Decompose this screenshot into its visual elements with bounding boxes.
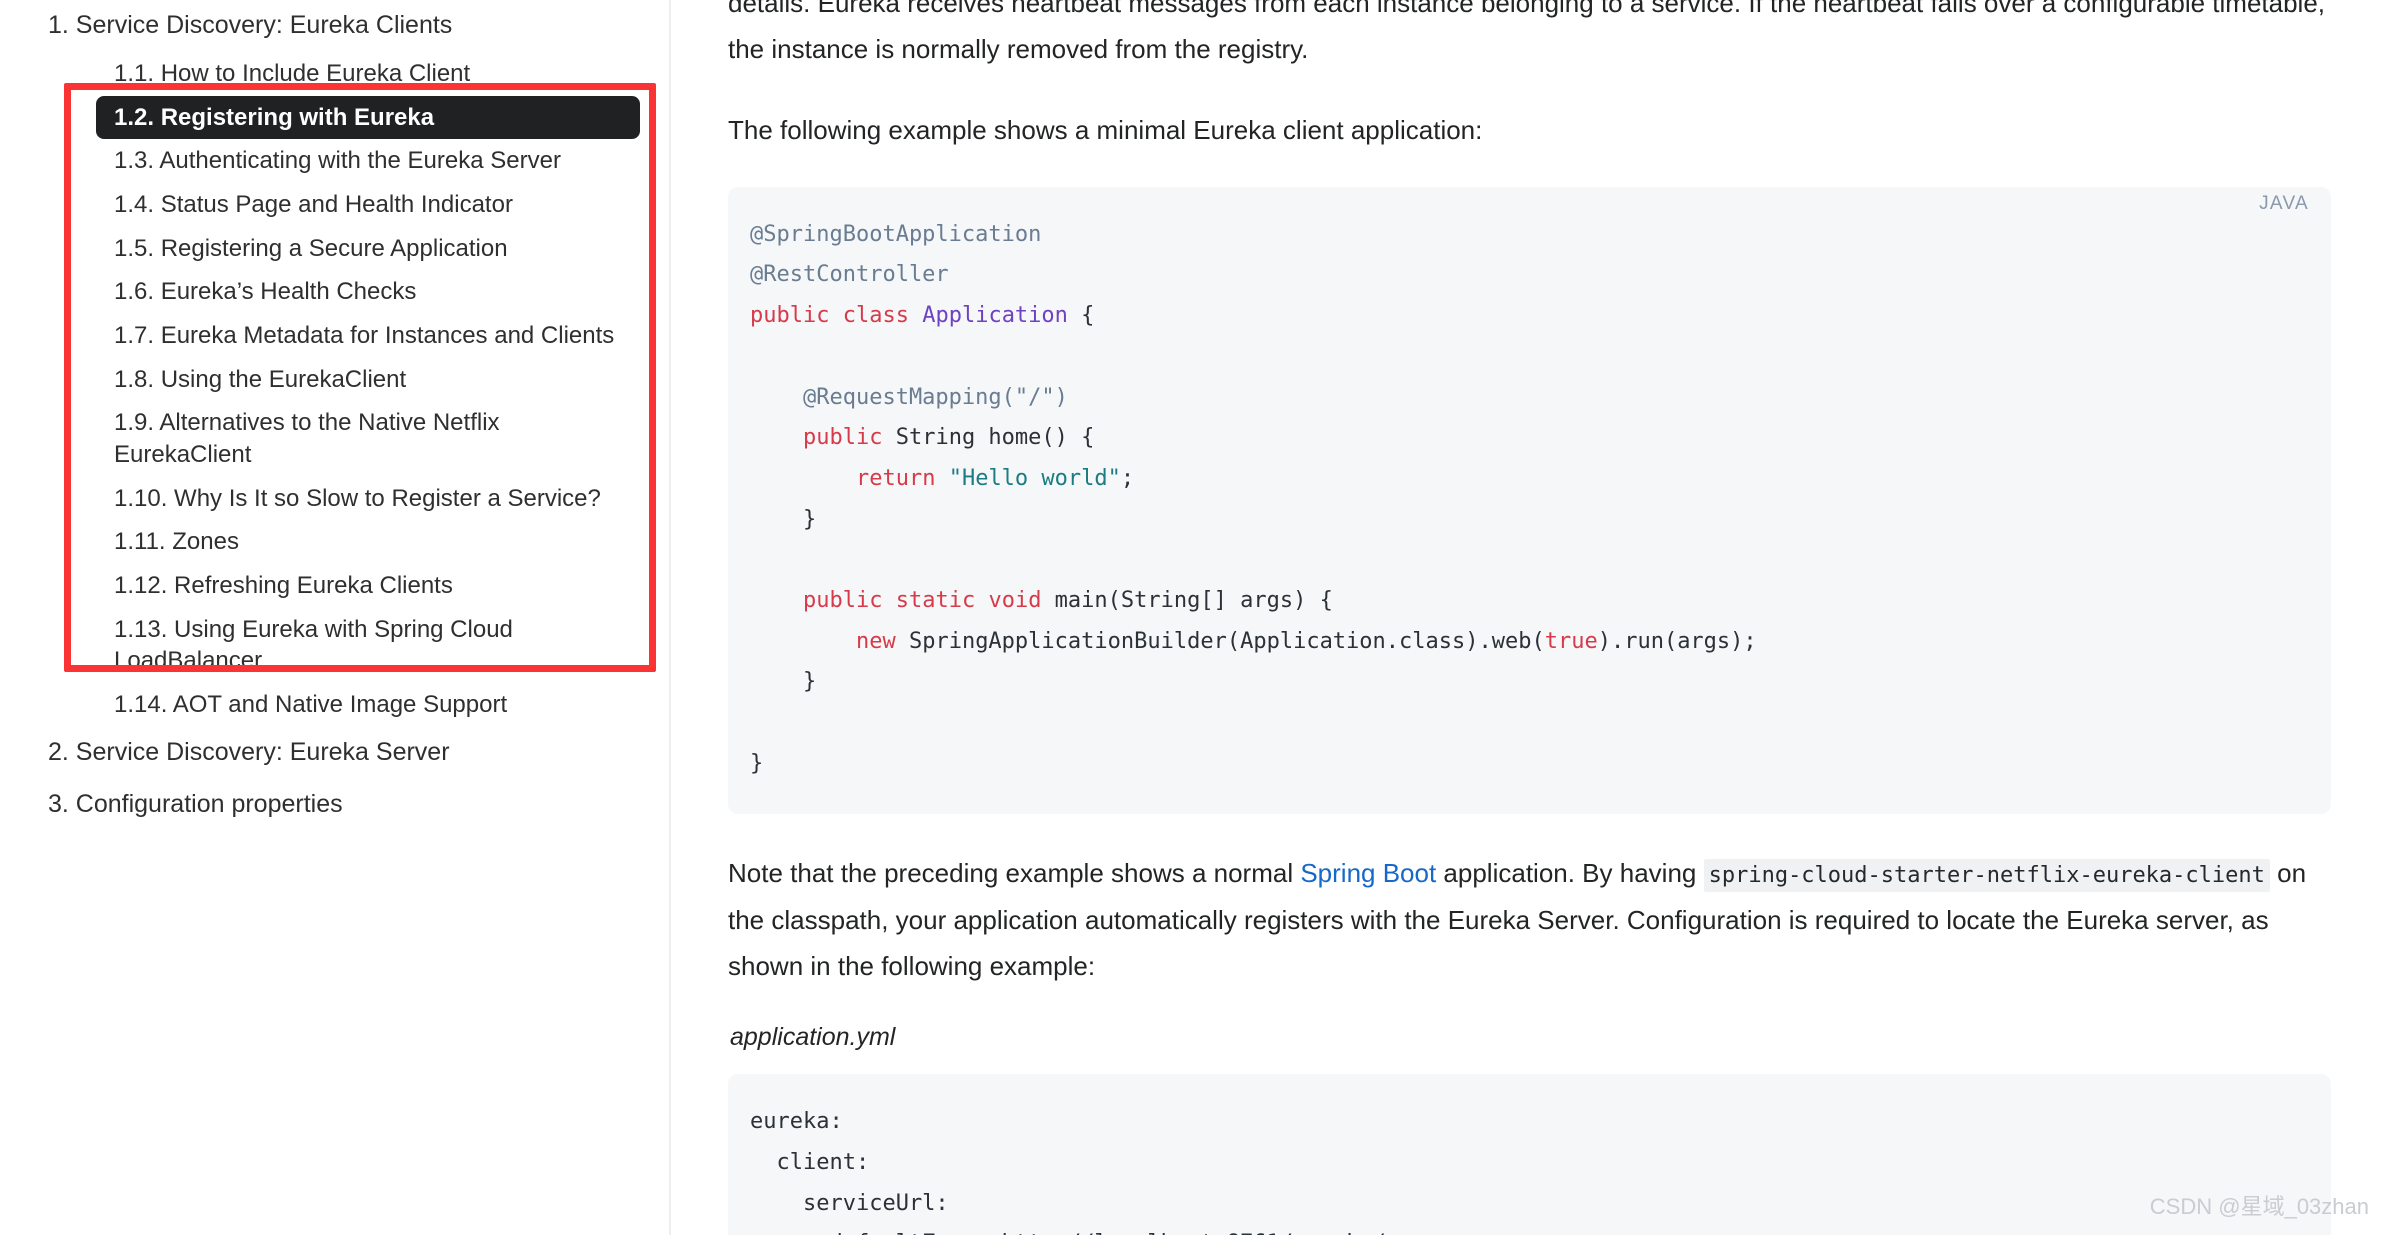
intro-paragraph-clipped: details. Eureka receives heartbeat messa… [728, 0, 2326, 65]
java-code-block[interactable]: @SpringBootApplication @RestController p… [728, 186, 2331, 815]
code-token: { [1067, 303, 1095, 329]
java-code-example: JAVA @SpringBootApplication @RestControl… [728, 186, 2331, 815]
code-token: ; [1120, 465, 1135, 491]
code-token: true [1544, 628, 1598, 654]
toc-section-2: 2. Service Discovery: Eureka Server [0, 727, 670, 779]
toc-section-link[interactable]: 2. Service Discovery: Eureka Server [48, 727, 670, 779]
code-token: public [802, 425, 883, 451]
code-token: @SpringBootApplication [750, 221, 1042, 247]
toc-item-1-11-[interactable]: 1.11. Zones [96, 520, 640, 564]
toc-section-link[interactable]: 1. Service Discovery: Eureka Clients [48, 0, 670, 52]
code-token: public [750, 303, 830, 329]
note-paragraph: Note that the preceding example shows a … [728, 850, 2331, 989]
code-token: class [842, 303, 909, 329]
code-token: return [855, 465, 936, 491]
note-text-part-2: application. By having [1436, 858, 1704, 889]
note-text-part-1: Note that the preceding example shows a … [728, 858, 1301, 889]
intro-paragraph-second: The following example shows a minimal Eu… [728, 114, 1483, 145]
toc-item-1-8-[interactable]: 1.8. Using the EurekaClient [96, 358, 640, 402]
code-token: public [802, 587, 883, 613]
toc-item-1-4-[interactable]: 1.4. Status Page and Health Indicator [96, 183, 640, 227]
main-content: details. Eureka receives heartbeat messa… [670, 0, 2393, 1235]
toc-item-1-5-[interactable]: 1.5. Registering a Secure Application [96, 227, 640, 271]
code-token: void [988, 587, 1042, 613]
toc-item-1-13-[interactable]: 1.13. Using Eureka with Spring Cloud Loa… [96, 608, 640, 683]
code-token: Application [922, 303, 1068, 329]
code-token: String home() { [882, 425, 1095, 451]
java-language-label: JAVA [2259, 192, 2309, 214]
spring-boot-link[interactable]: Spring Boot [1300, 858, 1436, 888]
toc-section-link[interactable]: 3. Configuration properties [48, 779, 670, 831]
toc-item-1-9-[interactable]: 1.9. Alternatives to the Native Netflix … [96, 401, 640, 476]
toc-item-1-14-[interactable]: 1.14. AOT and Native Image Support [96, 683, 640, 727]
toc-section-1: 1. Service Discovery: Eureka Clients 1.1.… [0, 0, 670, 727]
code-token: ).run(args); [1597, 628, 1757, 654]
toc-section-3: 3. Configuration properties [0, 779, 670, 831]
toc-list: 1. Service Discovery: Eureka Clients 1.1.… [0, 0, 670, 831]
toc-item-1-1-[interactable]: 1.1. How to Include Eureka Client [96, 52, 640, 96]
code-token: } [750, 750, 764, 776]
toc-sublist: 1.1. How to Include Eureka Client 1.2. Re… [48, 52, 670, 727]
code-token: SpringApplicationBuilder(Application.cla… [895, 628, 1545, 654]
toc-item-1-6-[interactable]: 1.6. Eureka’s Health Checks [96, 270, 640, 314]
toc-item-1-10-[interactable]: 1.10. Why Is It so Slow to Register a Se… [96, 477, 640, 521]
code-token: @RequestMapping("/") [750, 384, 1068, 410]
documentation-page: 1. Service Discovery: Eureka Clients 1.1.… [0, 0, 2393, 1235]
code-token: } [750, 669, 817, 695]
inline-code-starter-artifact: spring-cloud-starter-netflix-eureka-clie… [1703, 859, 2270, 893]
code-token: } [750, 506, 817, 532]
code-token: "Hello world" [948, 465, 1121, 491]
sidebar-toc: 1. Service Discovery: Eureka Clients 1.1.… [0, 0, 670, 1235]
code-token: static [895, 587, 976, 613]
csdn-watermark: CSDN @星域_03zhan [2149, 1194, 2369, 1219]
yaml-code-block[interactable]: eureka: client: serviceUrl: defaultZone:… [728, 1074, 2331, 1235]
toc-item-1-2-[interactable]: 1.2. Registering with Eureka [96, 95, 640, 140]
yaml-code-example: eureka: client: serviceUrl: defaultZone:… [728, 1074, 2331, 1235]
code-token: main(String[] args) { [1041, 587, 1333, 613]
toc-item-1-12-[interactable]: 1.12. Refreshing Eureka Clients [96, 564, 640, 608]
code-token: new [855, 628, 896, 654]
code-token: @RestController [750, 262, 949, 288]
toc-item-1-3-[interactable]: 1.3. Authenticating with the Eureka Serv… [96, 139, 640, 183]
toc-item-1-7-[interactable]: 1.7. Eureka Metadata for Instances and C… [96, 314, 640, 358]
yaml-file-caption: application.yml [730, 1023, 896, 1052]
